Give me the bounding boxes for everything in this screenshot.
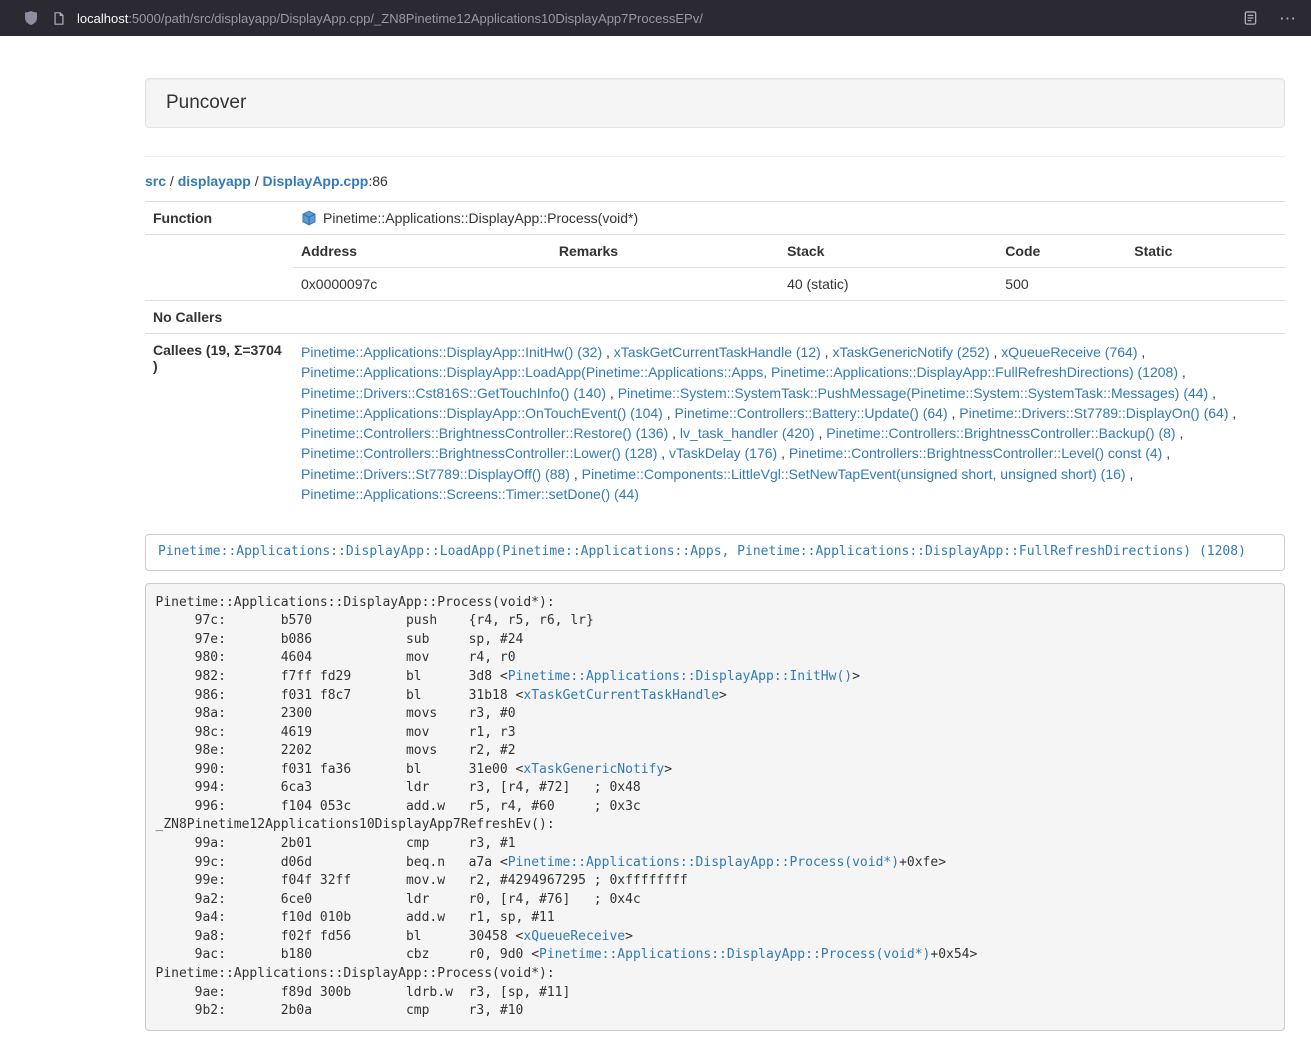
callee-separator: , xyxy=(668,425,680,441)
callee-separator: , xyxy=(1229,405,1237,421)
callee-separator: , xyxy=(1162,445,1170,461)
callers-cell xyxy=(293,301,1285,334)
callee-separator: , xyxy=(606,385,618,401)
disassembly: Pinetime::Applications::DisplayApp::Proc… xyxy=(145,583,1285,1031)
callee-separator: , xyxy=(948,405,960,421)
callee-separator: , xyxy=(1176,425,1184,441)
callee-link[interactable]: Pinetime::Controllers::BrightnessControl… xyxy=(826,425,1175,441)
stats-cell: AddressRemarksStackCodeStatic 0x0000097c… xyxy=(293,235,1285,301)
callee-link[interactable]: Pinetime::Drivers::Cst816S::GetTouchInfo… xyxy=(301,385,606,401)
callee-separator: , xyxy=(821,344,833,360)
callees-label: Callees (19, Σ=3704 ) xyxy=(145,334,293,513)
app-title: Puncover xyxy=(166,92,1264,114)
highlighted-symbol-box: Pinetime::Applications::DisplayApp::Load… xyxy=(145,534,1285,571)
tracking-protection-shield-icon[interactable] xyxy=(22,9,40,27)
callee-separator: , xyxy=(657,445,669,461)
symbol-link[interactable]: Pinetime::Applications::DisplayApp::Proc… xyxy=(539,947,930,962)
callees-list: Pinetime::Applications::DisplayApp::Init… xyxy=(293,334,1285,513)
function-row: Function Pinetime::Applications::Display… xyxy=(145,202,1285,235)
callee-separator: , xyxy=(990,344,1002,360)
callee-separator: , xyxy=(777,445,789,461)
callers-row: No Callers xyxy=(145,301,1285,334)
no-callers-label: No Callers xyxy=(145,301,293,334)
breadcrumb-link[interactable]: src xyxy=(145,173,166,189)
url-host: localhost xyxy=(77,11,128,26)
function-name: Pinetime::Applications::DisplayApp::Proc… xyxy=(323,210,638,226)
callee-link[interactable]: Pinetime::Controllers::BrightnessControl… xyxy=(301,425,668,441)
page-content: Puncover src / displayapp / DisplayApp.c… xyxy=(145,36,1285,1031)
stats-header-row: AddressRemarksStackCodeStatic xyxy=(293,235,1285,268)
callee-link[interactable]: Pinetime::Controllers::BrightnessControl… xyxy=(301,445,657,461)
callee-separator: , xyxy=(1137,344,1145,360)
url-bar[interactable]: localhost:5000/path/src/displayapp/Displ… xyxy=(77,11,1241,26)
function-label: Function xyxy=(145,202,293,235)
stats-value: 40 (static) xyxy=(779,268,997,301)
stats-header: Address xyxy=(293,235,551,268)
stats-value xyxy=(551,268,779,301)
callee-link[interactable]: vTaskDelay (176) xyxy=(669,445,777,461)
callee-separator: , xyxy=(570,466,582,482)
highlighted-symbol-link[interactable]: Pinetime::Applications::DisplayApp::Load… xyxy=(158,544,1246,559)
browser-toolbar: localhost:5000/path/src/displayapp/Displ… xyxy=(0,0,1311,36)
symbol-link[interactable]: xTaskGenericNotify xyxy=(523,762,664,777)
divider xyxy=(145,156,1285,157)
callee-link[interactable]: Pinetime::System::SystemTask::PushMessag… xyxy=(618,385,1209,401)
toolbar-right-actions: ⋯ xyxy=(1241,9,1297,27)
callee-link[interactable]: Pinetime::Components::LittleVgl::SetNewT… xyxy=(582,466,1126,482)
stats-header: Stack xyxy=(779,235,997,268)
callees-row: Callees (19, Σ=3704 ) Pinetime::Applicat… xyxy=(145,334,1285,513)
breadcrumb-link[interactable]: displayapp xyxy=(178,173,251,189)
callee-link[interactable]: xTaskGenericNotify (252) xyxy=(832,344,989,360)
stats-header: Remarks xyxy=(551,235,779,268)
callee-link[interactable]: Pinetime::Controllers::Battery::Update()… xyxy=(675,405,948,421)
stats-row-label xyxy=(145,235,293,301)
symbol-link[interactable]: Pinetime::Applications::DisplayApp::Init… xyxy=(508,669,852,684)
callee-separator: , xyxy=(1126,466,1134,482)
breadcrumb-separator: / xyxy=(251,173,263,189)
stats-value xyxy=(1126,268,1285,301)
callee-link[interactable]: xTaskGetCurrentTaskHandle (12) xyxy=(614,344,821,360)
stats-row: AddressRemarksStackCodeStatic 0x0000097c… xyxy=(145,235,1285,301)
callee-link[interactable]: Pinetime::Controllers::BrightnessControl… xyxy=(789,445,1162,461)
stats-table: AddressRemarksStackCodeStatic 0x0000097c… xyxy=(293,235,1285,300)
breadcrumb-link[interactable]: DisplayApp.cpp xyxy=(263,173,369,189)
stats-value-row: 0x0000097c 40 (static)500 xyxy=(293,268,1285,301)
page-info-icon[interactable] xyxy=(50,9,68,27)
breadcrumb-line-number: :86 xyxy=(368,173,387,189)
callee-separator: , xyxy=(815,425,827,441)
stats-header: Code xyxy=(997,235,1126,268)
callee-link[interactable]: Pinetime::Applications::DisplayApp::Init… xyxy=(301,344,602,360)
callee-link[interactable]: Pinetime::Drivers::St7789::DisplayOff() … xyxy=(301,466,570,482)
callee-separator: , xyxy=(1178,364,1186,380)
callee-link[interactable]: Pinetime::Applications::DisplayApp::Load… xyxy=(301,364,1178,380)
symbol-link[interactable]: Pinetime::Applications::DisplayApp::Proc… xyxy=(508,855,899,870)
stats-header: Static xyxy=(1126,235,1285,268)
callee-link[interactable]: lv_task_handler (420) xyxy=(680,425,815,441)
url-path: :5000/path/src/displayapp/DisplayApp.cpp… xyxy=(128,11,703,26)
callee-link[interactable]: Pinetime::Applications::Screens::Timer::… xyxy=(301,486,639,502)
callee-link[interactable]: Pinetime::Applications::DisplayApp::OnTo… xyxy=(301,405,663,421)
symbol-link[interactable]: xQueueReceive xyxy=(523,929,625,944)
symbol-link[interactable]: xTaskGetCurrentTaskHandle xyxy=(523,688,719,703)
stats-value: 500 xyxy=(997,268,1126,301)
callee-separator: , xyxy=(602,344,614,360)
function-value-cell: Pinetime::Applications::DisplayApp::Proc… xyxy=(293,202,1285,235)
callee-separator: , xyxy=(663,405,675,421)
stats-value: 0x0000097c xyxy=(293,268,551,301)
symbol-info-table: Function Pinetime::Applications::Display… xyxy=(145,201,1285,512)
symbol-cube-icon xyxy=(301,210,317,226)
callee-separator: , xyxy=(1208,385,1216,401)
puncover-header-panel: Puncover xyxy=(145,78,1285,128)
breadcrumb: src / displayapp / DisplayApp.cpp:86 xyxy=(145,173,1285,189)
breadcrumb-separator: / xyxy=(166,173,178,189)
callee-link[interactable]: Pinetime::Drivers::St7789::DisplayOn() (… xyxy=(959,405,1228,421)
page-actions-menu-icon[interactable]: ⋯ xyxy=(1279,10,1297,27)
callee-link[interactable]: xQueueReceive (764) xyxy=(1001,344,1137,360)
reader-view-icon[interactable] xyxy=(1241,9,1259,27)
